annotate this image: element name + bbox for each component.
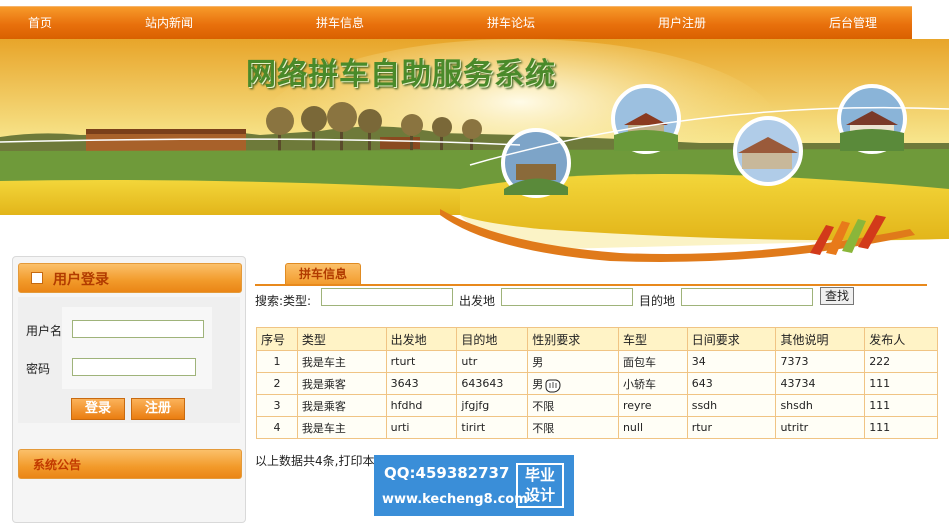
announcement-header: 系统公告 bbox=[18, 449, 242, 479]
cell-time: 34 bbox=[686, 350, 777, 373]
watermark-badge: 毕业 设计 bbox=[516, 463, 564, 508]
cell-no: 3 bbox=[256, 394, 298, 417]
cell-time: 643 bbox=[686, 372, 777, 395]
cell-from: 3643 bbox=[385, 372, 458, 395]
search-to-label: 目的地 bbox=[639, 294, 676, 308]
cell-publisher: 111 bbox=[864, 372, 938, 395]
cell-car: 面包车 bbox=[617, 350, 688, 373]
cell-car: 小轿车 bbox=[617, 372, 688, 395]
cell-time: rtur bbox=[686, 416, 777, 439]
cell-notes: utritr bbox=[775, 416, 866, 439]
login-box-header: 用户登录 bbox=[18, 263, 242, 293]
cell-car: null bbox=[617, 416, 688, 439]
password-label: 密码 bbox=[26, 362, 51, 376]
table-row[interactable]: 1 我是车主 rturt utr 男 面包车 34 7373 222 bbox=[256, 350, 938, 373]
cell-car: reyre bbox=[617, 394, 688, 417]
cell-notes: 7373 bbox=[775, 350, 866, 373]
nav-news[interactable]: 站内新闻 bbox=[145, 7, 193, 39]
col-header-to: 目的地 bbox=[456, 327, 529, 351]
search-type-label: 搜索:类型: bbox=[255, 294, 312, 308]
login-button[interactable]: 登录 bbox=[71, 398, 125, 420]
cell-time: ssdh bbox=[686, 394, 777, 417]
cell-publisher: 111 bbox=[864, 416, 938, 439]
tab-divider bbox=[255, 284, 927, 286]
col-header-gender: 性别要求 bbox=[527, 327, 619, 351]
search-button[interactable]: 查找 bbox=[820, 287, 854, 305]
search-type-input[interactable] bbox=[321, 288, 453, 306]
tab-carpool-info[interactable]: 拼车信息 bbox=[285, 263, 361, 285]
password-input[interactable] bbox=[72, 358, 196, 376]
record-count-text: 以上数据共4条,打印本页 bbox=[255, 454, 387, 468]
cell-to: utr bbox=[456, 350, 529, 373]
header-banner: 网络拼车自助服务系统 bbox=[0, 39, 949, 262]
nav-register[interactable]: 用户注册 bbox=[658, 7, 706, 39]
cell-type: 我是车主 bbox=[296, 416, 387, 439]
watermark-banner: QQ:459382737 www.kecheng8.com 毕业 设计 bbox=[374, 455, 574, 516]
cell-to: jfgjfg bbox=[456, 394, 529, 417]
cell-no: 1 bbox=[256, 350, 298, 373]
cell-from: rturt bbox=[385, 350, 458, 373]
announcement-title: 系统公告 bbox=[33, 458, 82, 472]
table-row[interactable]: 4 我是车主 urti tirirt 不限 null rtur utritr 1… bbox=[256, 416, 938, 439]
login-form: 用户名 密码 bbox=[18, 297, 240, 423]
badge-line-2: 设计 bbox=[524, 486, 555, 504]
watermark-url: www.kecheng8.com bbox=[382, 492, 528, 507]
nav-admin[interactable]: 后台管理 bbox=[829, 7, 877, 39]
search-to-input[interactable] bbox=[681, 288, 813, 306]
col-header-from: 出发地 bbox=[385, 327, 458, 351]
col-header-car: 车型 bbox=[617, 327, 688, 351]
col-header-type: 类型 bbox=[296, 327, 387, 351]
search-from-input[interactable] bbox=[501, 288, 633, 306]
badge-line-1: 毕业 bbox=[524, 466, 555, 484]
cell-publisher: 222 bbox=[864, 350, 938, 373]
nav-forum[interactable]: 拼车论坛 bbox=[487, 7, 535, 39]
col-header-time: 日间要求 bbox=[686, 327, 777, 351]
username-label: 用户名 bbox=[26, 324, 63, 338]
login-title: 用户登录 bbox=[53, 272, 109, 288]
nav-home[interactable]: 首页 bbox=[28, 7, 52, 39]
col-header-publisher: 发布人 bbox=[864, 327, 938, 351]
cell-type: 我是车主 bbox=[296, 350, 387, 373]
cell-type: 我是乘客 bbox=[296, 372, 387, 395]
col-header-no: 序号 bbox=[256, 327, 298, 351]
username-input[interactable] bbox=[72, 320, 204, 338]
top-nav: 首页 站内新闻 拼车信息 拼车论坛 用户注册 后台管理 bbox=[0, 6, 912, 39]
col-header-notes: 其他说明 bbox=[775, 327, 866, 351]
table-row[interactable]: 3 我是乘客 hfdhd jfgjfg 不限 reyre ssdh shsdh … bbox=[256, 394, 938, 417]
cell-gender: 不限 bbox=[527, 416, 619, 439]
carpool-table: 序号 类型 出发地 目的地 性别要求 车型 日间要求 其他说明 发布人 1 我是… bbox=[256, 327, 938, 439]
cell-notes: 43734 bbox=[775, 372, 866, 395]
cell-no: 2 bbox=[256, 372, 298, 395]
bullet-icon bbox=[31, 272, 43, 284]
cell-to: 643643 bbox=[456, 372, 529, 395]
register-button[interactable]: 注册 bbox=[131, 398, 185, 420]
cell-from: hfdhd bbox=[385, 394, 458, 417]
table-row[interactable]: 2 我是乘客 3643 643643 男 小轿车 643 43734 111 bbox=[256, 372, 938, 395]
cell-from: urti bbox=[385, 416, 458, 439]
cell-no: 4 bbox=[256, 416, 298, 439]
cell-publisher: 111 bbox=[864, 394, 938, 417]
hand-cursor-icon bbox=[545, 379, 561, 393]
cell-gender: 男 bbox=[527, 350, 619, 373]
cell-gender: 不限 bbox=[527, 394, 619, 417]
cell-notes: shsdh bbox=[775, 394, 866, 417]
watermark-qq: QQ:459382737 bbox=[384, 464, 510, 482]
site-title: 网络拼车自助服务系统 bbox=[246, 57, 556, 92]
left-sidebar: 用户登录 用户名 密码 登录 注册 系统公告 bbox=[12, 256, 246, 523]
cell-to: tirirt bbox=[456, 416, 529, 439]
search-from-label: 出发地 bbox=[459, 294, 496, 308]
nav-carpool-info[interactable]: 拼车信息 bbox=[316, 7, 364, 39]
table-header-row: 序号 类型 出发地 目的地 性别要求 车型 日间要求 其他说明 发布人 bbox=[256, 327, 938, 351]
cell-type: 我是乘客 bbox=[296, 394, 387, 417]
